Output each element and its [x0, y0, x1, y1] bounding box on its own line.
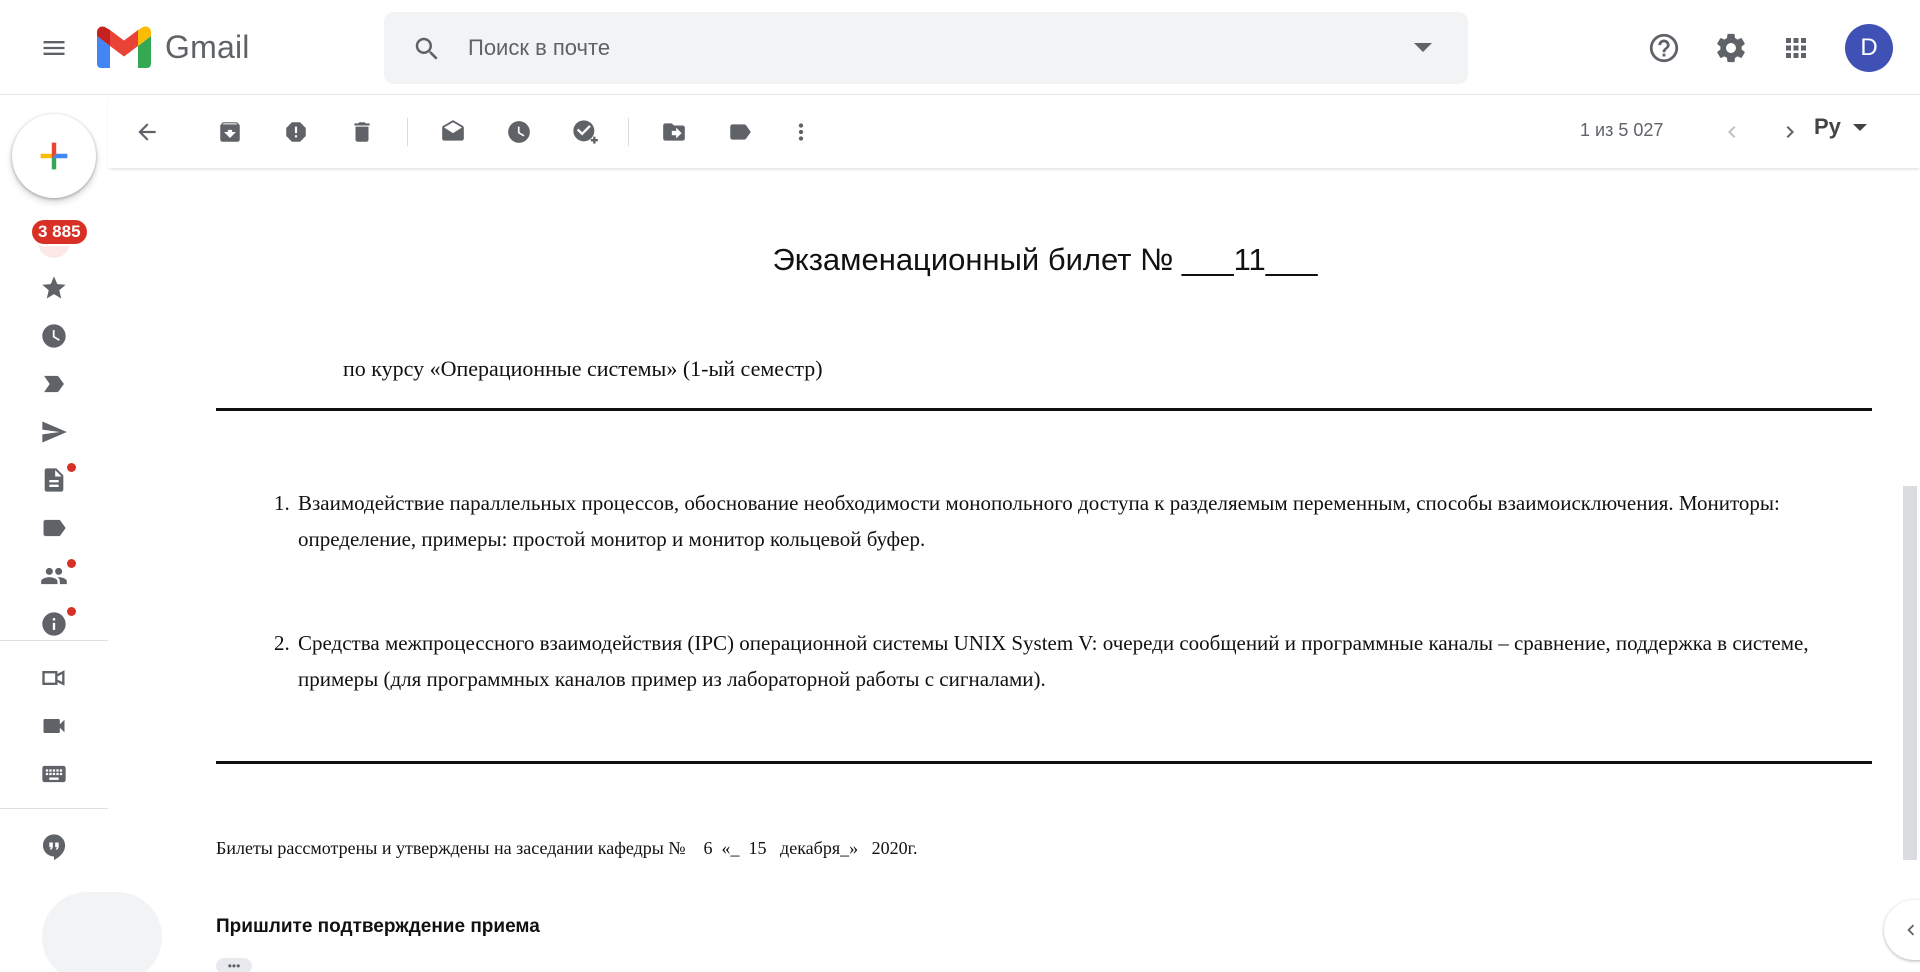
app-name: Gmail — [165, 28, 250, 65]
course-line: по курсу «Операционные системы» (1-ый се… — [343, 356, 823, 381]
sidebar-divider-2 — [0, 808, 108, 809]
meet-join-meeting[interactable] — [38, 710, 70, 742]
list-item: 1. Взаимодействие параллельных процессов… — [274, 485, 1874, 557]
move-to-button[interactable] — [656, 114, 692, 150]
chevron-left-icon — [1728, 126, 1736, 138]
list-item: 2. Средства межпроцессного взаимодействи… — [274, 625, 1874, 697]
meet-new-meeting[interactable] — [38, 662, 70, 694]
divider-rule — [216, 408, 1872, 411]
people-icon — [41, 567, 67, 585]
more-vert-icon — [798, 123, 804, 141]
labels-button[interactable] — [722, 114, 758, 150]
hangouts-button[interactable] — [38, 830, 70, 862]
plus-icon — [40, 142, 68, 170]
more-button[interactable] — [783, 114, 819, 150]
video-icon — [43, 719, 65, 733]
label-icon — [43, 519, 66, 537]
divider-rule — [216, 761, 1872, 764]
show-trimmed-content-button[interactable]: ••• — [216, 958, 252, 972]
top-bar: Gmail D — [0, 0, 1920, 95]
updates-notification-dot — [66, 606, 77, 617]
mark-unread-icon — [442, 120, 464, 141]
pagination-counter: 1 из 5 027 — [1580, 120, 1664, 140]
chevron-right-icon — [1786, 126, 1794, 138]
mark-unread-button[interactable] — [435, 114, 471, 150]
label-icon — [730, 124, 751, 140]
archive-icon — [220, 122, 240, 142]
question-text: Взаимодействие параллельных процессов, о… — [298, 491, 1780, 551]
chevron-left-icon — [1907, 924, 1915, 936]
question-list: 1. Взаимодействие параллельных процессов… — [274, 485, 1874, 697]
gmail-logo[interactable]: Gmail — [97, 26, 250, 68]
main-menu-button[interactable] — [30, 24, 78, 72]
question-text: Средства межпроцессного взаимодействия (… — [298, 631, 1809, 691]
add-to-tasks-button[interactable] — [567, 114, 603, 150]
side-panel-toggle[interactable] — [1884, 900, 1920, 960]
sidebar-item-important[interactable] — [38, 368, 70, 400]
archive-button[interactable] — [212, 114, 248, 150]
chat-icon — [42, 834, 66, 860]
trash-icon — [354, 122, 370, 142]
apps-button[interactable] — [1772, 24, 1820, 72]
compose-button[interactable] — [12, 114, 96, 198]
input-language-label: Ру — [1814, 114, 1841, 139]
clock-icon — [42, 324, 66, 348]
search-input[interactable] — [468, 28, 1368, 68]
star-icon — [42, 276, 66, 299]
sidebar-item-snoozed[interactable] — [38, 320, 70, 352]
newer-button[interactable] — [1714, 114, 1750, 150]
question-number: 2. — [274, 631, 290, 655]
search-icon[interactable] — [412, 34, 442, 64]
sidebar-divider — [0, 640, 108, 641]
arrow-back-icon — [138, 123, 156, 141]
gear-icon — [1717, 33, 1745, 63]
report-spam-button[interactable] — [278, 114, 314, 150]
keyboard-icon — [42, 765, 66, 783]
apps-grid-icon — [1786, 38, 1806, 58]
toolbar-divider — [407, 118, 408, 146]
toolbar-divider — [628, 118, 629, 146]
social-notification-dot — [66, 558, 77, 569]
add-task-icon — [573, 120, 598, 144]
message-toolbar: 1 из 5 027 Ру — [108, 96, 1920, 168]
ticket-title: Экзаменационный билет № ___11___ — [772, 242, 1318, 277]
search-bar — [384, 12, 1468, 84]
move-to-icon — [663, 123, 685, 141]
older-button[interactable] — [1772, 114, 1808, 150]
important-icon — [44, 375, 64, 393]
snooze-button[interactable] — [501, 114, 537, 150]
delete-button[interactable] — [344, 114, 380, 150]
approval-note: Билеты рассмотрены и утверждены на засед… — [216, 838, 918, 858]
help-button[interactable] — [1640, 24, 1688, 72]
read-receipt-request: Пришлите подтверждение приема — [216, 916, 540, 937]
scrollbar-thumb[interactable] — [1903, 486, 1917, 860]
chat-avatar-placeholder[interactable] — [42, 892, 162, 972]
info-icon — [42, 612, 66, 636]
back-button[interactable] — [129, 114, 165, 150]
help-icon — [1649, 33, 1679, 63]
input-tools-button[interactable]: Ру — [1814, 114, 1867, 140]
send-icon — [42, 421, 67, 443]
sidebar-item-sent[interactable] — [38, 416, 70, 448]
meet-keyboard[interactable] — [38, 758, 70, 790]
question-number: 1. — [274, 491, 290, 515]
clock-icon — [508, 121, 530, 143]
hamburger-icon — [43, 41, 65, 55]
settings-button[interactable] — [1707, 24, 1755, 72]
gmail-m-icon — [97, 26, 151, 68]
report-icon — [286, 122, 306, 142]
draft-icon — [44, 468, 64, 492]
search-options-icon[interactable] — [1414, 43, 1432, 52]
account-avatar[interactable]: D — [1845, 24, 1893, 72]
sidebar-item-label[interactable] — [38, 512, 70, 544]
meet-new-icon — [42, 670, 65, 686]
drafts-notification-dot — [66, 462, 77, 473]
chevron-down-icon — [1852, 123, 1867, 131]
